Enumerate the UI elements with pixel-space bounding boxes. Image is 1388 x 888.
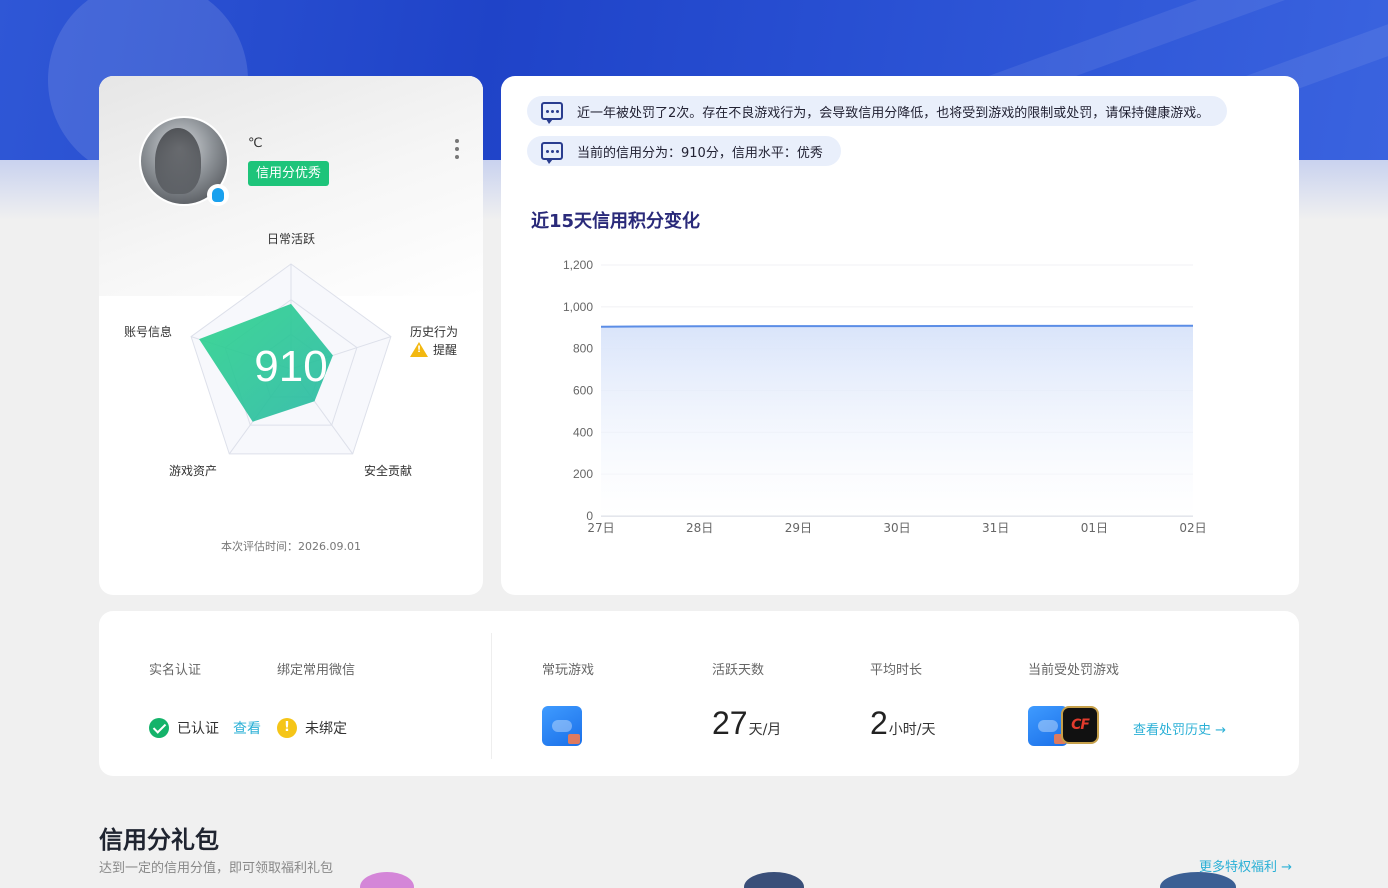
credit-score: 910 bbox=[254, 342, 327, 391]
credit-level-badge: 信用分优秀 bbox=[248, 161, 330, 186]
evaluation-time: 本次评估时间：2026.09.01 bbox=[221, 540, 361, 553]
radar-label-account: 账号信息 bbox=[124, 325, 173, 339]
real-name-label: 实名认证 bbox=[149, 663, 202, 678]
y-tick-label: 400 bbox=[573, 425, 593, 439]
x-tick-label: 30日 bbox=[883, 521, 910, 535]
punishment-history-link[interactable]: 查看处罚历史 → bbox=[1133, 719, 1226, 738]
x-tick-label: 28日 bbox=[686, 521, 713, 535]
y-tick-label: 600 bbox=[573, 384, 593, 398]
qq-icon bbox=[207, 184, 229, 206]
wechat-status-text: 未绑定 bbox=[305, 721, 347, 737]
wechat-label: 绑定常用微信 bbox=[277, 663, 356, 678]
avg-duration-number: 2 bbox=[870, 705, 888, 741]
account-stats-card: 实名认证 绑定常用微信 已认证 查看 ! 未绑定 常玩游戏 活跃天数 27 天/… bbox=[99, 611, 1299, 776]
check-circle-icon bbox=[149, 718, 169, 738]
active-days-value: 27 天/月 bbox=[712, 705, 781, 742]
credit-line-chart: 02004006008001,0001,20027日 28日 29日 30日 31日 01… bbox=[563, 258, 1207, 535]
gift-item-image bbox=[360, 872, 414, 888]
x-tick-label: 27日 bbox=[587, 521, 614, 535]
x-tick-label: 01日 bbox=[1081, 521, 1108, 535]
radar-label-assets: 游戏资产 bbox=[169, 464, 218, 478]
profile-card: ℃ 信用分优秀 910 日常活跃 历史行为 ! 提醒 安全贡献 游戏资产 账号信… bbox=[99, 76, 483, 595]
divider bbox=[491, 633, 492, 759]
chart-area-fill bbox=[601, 325, 1193, 516]
view-real-name-link[interactable]: 查看 bbox=[233, 718, 261, 738]
active-days-unit: 天/月 bbox=[748, 722, 782, 738]
nickname: ℃ bbox=[248, 136, 263, 151]
real-name-status-text: 已认证 bbox=[177, 721, 219, 737]
x-tick-label: 31日 bbox=[982, 521, 1009, 535]
punished-games-label: 当前受处罚游戏 bbox=[1028, 663, 1120, 678]
radar-label-security: 安全贡献 bbox=[364, 464, 413, 478]
avg-duration-label: 平均时长 bbox=[870, 663, 923, 678]
more-benefits-link[interactable]: 更多特权福利 → bbox=[1199, 856, 1292, 875]
wechat-status: ! 未绑定 bbox=[277, 718, 347, 738]
crossfire-logo-text: CF bbox=[1071, 717, 1090, 733]
gift-section-title: 信用分礼包 bbox=[99, 826, 219, 854]
gift-section-subtitle: 达到一定的信用分值，即可领取福利礼包 bbox=[99, 861, 334, 876]
active-days-number: 27 bbox=[712, 705, 748, 741]
warning-icon: ! bbox=[410, 342, 428, 357]
gift-item-image bbox=[744, 872, 804, 888]
y-tick-label: 1,000 bbox=[563, 300, 593, 314]
crossfire-game-icon[interactable]: CF bbox=[1061, 706, 1099, 744]
credit-chart-card: 近一年被处罚了2次。存在不良游戏行为，会导致信用分降低，也将受到游戏的限制或处罚… bbox=[501, 76, 1299, 595]
radar-label-daily: 日常活跃 bbox=[267, 232, 316, 246]
y-tick-label: 800 bbox=[573, 342, 593, 356]
more-vertical-icon[interactable] bbox=[449, 136, 465, 162]
history-warning-text: 提醒 bbox=[433, 343, 458, 357]
radar-label-history: 历史行为 bbox=[410, 325, 459, 339]
avg-duration-unit: 小时/天 bbox=[888, 722, 936, 738]
y-tick-label: 200 bbox=[573, 467, 593, 481]
alert-circle-icon: ! bbox=[277, 718, 297, 738]
history-warning: ! 提醒 bbox=[410, 341, 457, 358]
avg-duration-value: 2 小时/天 bbox=[870, 705, 936, 742]
chart-series-line bbox=[600, 324, 1194, 328]
real-name-status: 已认证 查看 bbox=[149, 718, 261, 738]
x-tick-label: 02日 bbox=[1179, 521, 1206, 535]
x-tick-label: 29日 bbox=[785, 521, 812, 535]
game-icon[interactable] bbox=[542, 706, 582, 746]
y-tick-label: 1,200 bbox=[563, 258, 593, 272]
frequent-games-label: 常玩游戏 bbox=[542, 663, 595, 678]
active-days-label: 活跃天数 bbox=[712, 663, 765, 678]
